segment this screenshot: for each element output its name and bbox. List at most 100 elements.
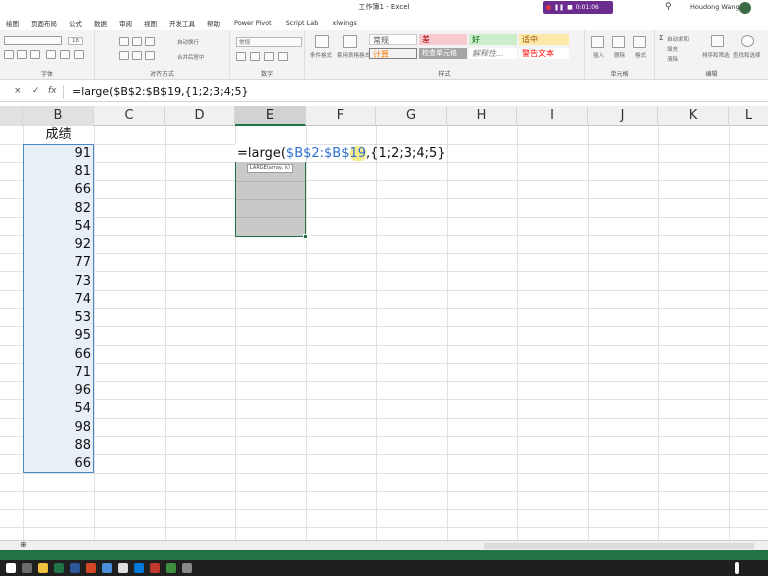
align-top-icon[interactable] [119, 37, 129, 46]
format-cells-button[interactable]: 格式 [635, 51, 646, 59]
edge-icon[interactable] [134, 563, 144, 573]
align-middle-icon[interactable] [132, 37, 142, 46]
avatar[interactable] [739, 2, 751, 14]
app-icon[interactable] [182, 563, 192, 573]
percent-icon[interactable] [250, 52, 260, 61]
add-sheet-icon[interactable]: ⊕ [20, 540, 27, 549]
tab-view[interactable]: 视图 [144, 18, 157, 28]
sigma-icon[interactable]: Σ [659, 34, 663, 42]
align-center-icon[interactable] [132, 51, 142, 60]
folder-icon[interactable] [38, 563, 48, 573]
fill-color-icon[interactable] [60, 50, 70, 59]
format-as-table-button[interactable]: 套用表格格式 [337, 51, 370, 59]
tab-help[interactable]: 帮助 [207, 18, 220, 28]
cancel-icon[interactable]: × [14, 86, 22, 96]
sort-filter-button[interactable]: 排序和筛选 [702, 51, 730, 59]
insert-cells-button[interactable]: 插入 [593, 51, 604, 59]
style-explanatory[interactable]: 解释性... [469, 48, 517, 59]
fx-icon[interactable]: fx [48, 86, 57, 96]
cell-b1-header[interactable]: 成绩 [23, 126, 94, 144]
conditional-format-button[interactable]: 条件格式 [310, 51, 332, 59]
cell-b17[interactable]: 98 [23, 419, 91, 437]
excel-icon[interactable] [54, 563, 64, 573]
record-icon[interactable] [546, 5, 551, 10]
column-header-e[interactable]: E [235, 106, 306, 126]
delete-cells-button[interactable]: 删除 [614, 51, 625, 59]
format-as-table-icon[interactable] [343, 35, 357, 48]
app-icon[interactable] [150, 563, 160, 573]
merge-center-button[interactable]: 合并后居中 [177, 53, 205, 61]
style-bad[interactable]: 差 [419, 34, 467, 45]
style-neutral[interactable]: 适中 [519, 34, 569, 45]
cell-b7[interactable]: 92 [23, 236, 91, 254]
cell-b6[interactable]: 54 [23, 218, 91, 236]
tab-page-layout[interactable]: 页面布局 [31, 18, 57, 28]
increase-decimal-icon[interactable] [278, 52, 288, 61]
function-tooltip[interactable]: LARGE(array, k) [247, 164, 293, 173]
formula-input[interactable]: =large($B$2:$B$19,{1;2;3;4;5} [72, 85, 248, 98]
style-normal[interactable]: 常规 [369, 34, 417, 45]
app-icon[interactable] [118, 563, 128, 573]
number-format-dropdown[interactable]: 常规 [236, 37, 302, 47]
cell-b4[interactable]: 66 [23, 181, 91, 199]
browser-icon[interactable] [102, 563, 112, 573]
wrap-text-button[interactable]: 自动换行 [177, 38, 199, 46]
font-name-dropdown[interactable] [4, 36, 62, 45]
fill-handle[interactable] [303, 234, 308, 239]
column-header-b[interactable]: B [23, 106, 94, 126]
font-size-dropdown[interactable]: 18 [68, 37, 83, 45]
enter-icon[interactable]: ✓ [32, 86, 40, 96]
cell-b3[interactable]: 81 [23, 163, 91, 181]
align-right-icon[interactable] [145, 51, 155, 60]
show-desktop-icon[interactable] [735, 562, 739, 574]
insert-cells-icon[interactable] [591, 36, 604, 48]
pause-icon[interactable]: ❚❚ [554, 4, 564, 11]
style-check-cell[interactable]: 检查单元格 [419, 48, 467, 59]
column-header-c[interactable]: C [94, 106, 165, 126]
font-color-icon[interactable] [74, 50, 84, 59]
comma-icon[interactable] [264, 52, 274, 61]
column-header-l[interactable]: L [729, 106, 768, 126]
cell-b19[interactable]: 66 [23, 455, 91, 473]
delete-cells-icon[interactable] [612, 36, 625, 48]
find-select-button[interactable]: 查找和选择 [733, 51, 761, 59]
border-icon[interactable] [46, 50, 56, 59]
in-cell-formula[interactable]: =large($B$2:$B$19,{1;2;3;4;5} [237, 145, 446, 163]
bold-icon[interactable] [4, 50, 14, 59]
cell-b11[interactable]: 53 [23, 309, 91, 327]
column-header-d[interactable]: D [165, 106, 235, 126]
conditional-format-icon[interactable] [315, 35, 329, 48]
tab-developer[interactable]: 开发工具 [169, 18, 195, 28]
column-header-h[interactable]: H [447, 106, 517, 126]
column-header-i[interactable]: I [517, 106, 588, 126]
cell-b16[interactable]: 54 [23, 400, 91, 418]
style-warning[interactable]: 警告文本 [519, 48, 569, 59]
cell-b5[interactable]: 82 [23, 200, 91, 218]
screen-recorder-widget[interactable]: ❚❚ ■ 0:01:06 [543, 1, 613, 14]
cell-b9[interactable]: 73 [23, 273, 91, 291]
word-icon[interactable] [70, 563, 80, 573]
column-header-f[interactable]: F [306, 106, 376, 126]
cell-b12[interactable]: 95 [23, 327, 91, 345]
powerpoint-icon[interactable] [86, 563, 96, 573]
tab-xlwings[interactable]: xlwings [332, 19, 356, 27]
align-left-icon[interactable] [119, 51, 129, 60]
cell-b18[interactable]: 88 [23, 437, 91, 455]
column-header-k[interactable]: K [658, 106, 729, 126]
align-bottom-icon[interactable] [145, 37, 155, 46]
cell-b13[interactable]: 66 [23, 346, 91, 364]
tab-review[interactable]: 审阅 [119, 18, 132, 28]
tab-script-lab[interactable]: Script Lab [286, 19, 319, 27]
autosum-button[interactable]: 自动求和 [667, 35, 689, 43]
cell-b15[interactable]: 96 [23, 382, 91, 400]
column-header-g[interactable]: G [376, 106, 447, 126]
wechat-icon[interactable] [166, 563, 176, 573]
tab-data[interactable]: 数据 [94, 18, 107, 28]
cell-b8[interactable]: 77 [23, 254, 91, 272]
find-select-icon[interactable] [741, 35, 754, 47]
user-name[interactable]: Houdong Wang [690, 3, 740, 11]
italic-icon[interactable] [17, 50, 27, 59]
cell-b14[interactable]: 71 [23, 364, 91, 382]
cell-grid[interactable] [0, 126, 768, 540]
taskview-icon[interactable] [22, 563, 32, 573]
